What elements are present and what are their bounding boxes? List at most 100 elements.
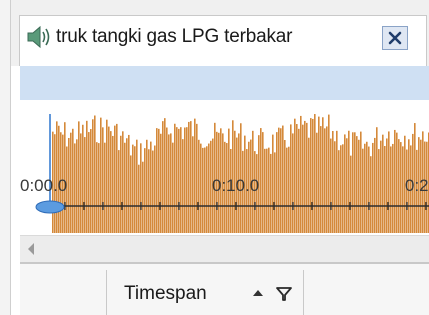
waveform-bar: [374, 137, 376, 233]
speaker-icon: [26, 24, 54, 50]
waveform-bar: [156, 128, 158, 233]
waveform-bar: [270, 153, 272, 233]
sort-ascending-icon[interactable]: [253, 290, 263, 296]
waveform-bar: [402, 146, 404, 233]
waveform-bar: [360, 131, 362, 233]
waveform-bar: [102, 127, 104, 233]
waveform-bar: [272, 134, 274, 233]
waveform-bar: [342, 144, 344, 233]
waveform-bar: [106, 119, 108, 233]
waveform-bar: [116, 123, 118, 233]
waveform-bar: [284, 140, 286, 233]
waveform-bar: [198, 139, 200, 233]
waveform-bar: [336, 130, 338, 233]
waveform-bar: [278, 127, 280, 233]
waveform-bar: [180, 127, 182, 233]
waveform-bar: [162, 121, 164, 233]
waveform-bar: [68, 137, 70, 233]
waveform-bar: [182, 139, 184, 233]
waveform-bar: [164, 118, 166, 233]
waveform-bar: [108, 126, 110, 233]
waveform-bar: [158, 128, 160, 233]
column-header-timespan[interactable]: Timespan: [124, 283, 207, 305]
waveform-bar: [154, 145, 156, 233]
waveform-bar: [76, 139, 78, 233]
waveform-bar: [144, 148, 146, 233]
waveform-bar: [328, 114, 330, 233]
waveform-bar: [140, 143, 142, 233]
waveform-bar: [378, 149, 380, 233]
waveform-bar: [348, 130, 350, 233]
waveform-bar: [346, 138, 348, 233]
waveform-bar: [92, 119, 94, 233]
filter-icon[interactable]: [275, 285, 293, 303]
waveform-bar: [310, 118, 312, 233]
waveform-bar: [318, 116, 320, 233]
waveform-bar: [184, 127, 186, 233]
scroll-left-arrow-icon[interactable]: [28, 243, 34, 255]
waveform-bar: [196, 123, 198, 233]
waveform-bar: [306, 122, 308, 233]
waveform-bar: [130, 155, 132, 233]
waveform-bar: [100, 117, 102, 233]
waveform-bar: [136, 139, 138, 233]
column-separator: [303, 270, 304, 315]
waveform-bar: [354, 132, 356, 233]
waveform-bar: [290, 124, 292, 233]
waveform-graphic: [35, 114, 429, 233]
waveform-bar: [96, 142, 98, 233]
waveform-bar: [150, 141, 152, 233]
waveform-bar: [334, 141, 336, 233]
waveform-bar: [380, 140, 382, 233]
waveform-bar: [370, 156, 372, 233]
waveform-bar: [160, 133, 162, 233]
waveform-bar: [138, 164, 140, 233]
document-tab[interactable]: truk tangki gas LPG terbakar: [19, 15, 427, 66]
waveform-bar: [340, 145, 342, 233]
waveform-bar: [308, 137, 310, 233]
waveform-bar: [388, 131, 390, 233]
waveform-bar: [200, 143, 202, 233]
grid-header-row: Timespan: [20, 264, 429, 315]
waveform-bar: [114, 125, 116, 233]
timeline-header-band: [20, 66, 429, 100]
time-label-2: 0:2: [405, 176, 429, 195]
waveform-bar: [268, 147, 270, 233]
waveform-bar: [352, 132, 354, 233]
waveform-bar: [176, 127, 178, 233]
tab-bar: truk tangki gas LPG terbakar: [11, 0, 429, 66]
waveform-bar: [128, 134, 130, 233]
waveform-bar: [296, 124, 298, 233]
waveform-view[interactable]: 0:00.0 0:10.0 0:2: [20, 100, 429, 235]
waveform-bar: [152, 150, 154, 233]
waveform-bar: [364, 143, 366, 233]
waveform-bar: [260, 128, 262, 233]
horizontal-scrollbar[interactable]: [20, 235, 429, 262]
close-tab-button[interactable]: [382, 26, 408, 50]
waveform-bar: [126, 138, 128, 233]
waveform-bar: [204, 147, 206, 233]
waveform-bar: [266, 148, 268, 233]
waveform-bar: [262, 132, 264, 233]
waveform-bar: [80, 133, 82, 233]
waveform-bar: [122, 131, 124, 233]
waveform-bar: [398, 139, 400, 233]
waveform-bar: [124, 142, 126, 233]
time-label-1: 0:10.0: [212, 176, 260, 195]
waveform-bar: [172, 142, 174, 233]
waveform-bar: [82, 124, 84, 233]
waveform-bar: [330, 138, 332, 233]
waveform-bar: [104, 142, 106, 233]
waveform-bar: [288, 146, 290, 233]
waveform-bar: [326, 126, 328, 233]
waveform-bar: [316, 132, 318, 233]
waveform-bar: [304, 120, 306, 233]
waveform-bar: [134, 146, 136, 233]
waveform-bar: [178, 128, 180, 233]
tab-title: truk tangki gas LPG terbakar: [56, 26, 293, 47]
waveform-bar: [72, 128, 74, 233]
waveform-bar: [396, 132, 398, 233]
waveform-bar: [302, 124, 304, 233]
waveform-bar: [146, 139, 148, 233]
playhead-handle[interactable]: [35, 200, 65, 214]
